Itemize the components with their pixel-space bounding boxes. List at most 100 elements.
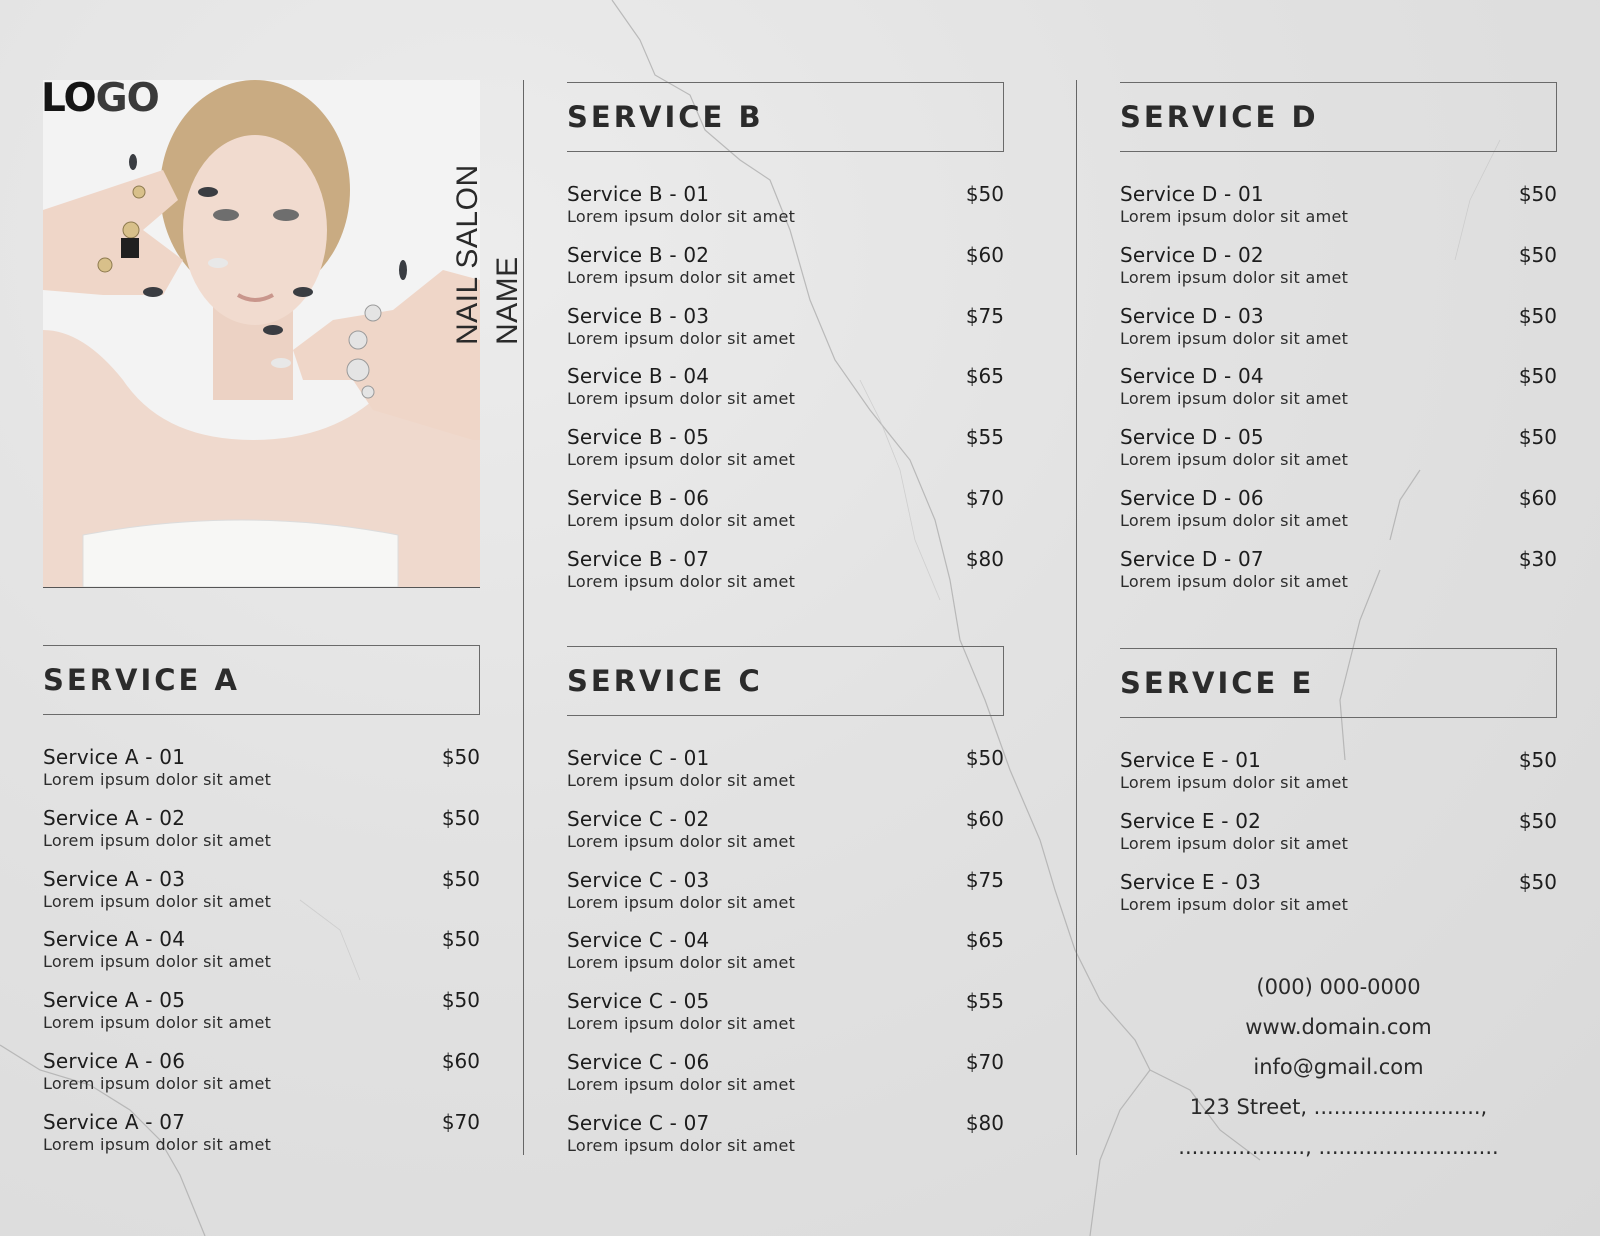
service-desc: Lorem ipsum dolor sit amet	[567, 953, 796, 973]
service-name: Service B - 06	[567, 485, 710, 510]
service-price: $60	[441, 1048, 480, 1073]
service-price: $50	[1518, 242, 1557, 267]
service-desc: Lorem ipsum dolor sit amet	[43, 952, 272, 972]
service-price: $70	[965, 485, 1004, 510]
hero-photo	[43, 80, 480, 587]
service-price: $55	[965, 425, 1004, 450]
service-name: Service B - 02	[567, 242, 710, 267]
service-price: $70	[965, 1049, 1004, 1074]
service-price: $50	[1518, 364, 1557, 389]
service-name: Service C - 04	[567, 928, 710, 953]
service-desc: Lorem ipsum dolor sit amet	[1120, 833, 1349, 853]
service-price: $50	[441, 745, 480, 769]
contact-address-line2: ..................., ...................…	[1178, 1135, 1499, 1159]
service-name: Service A - 05	[43, 988, 186, 1013]
list-item: Service B - 07 Lorem ipsum dolor sit amet…	[567, 547, 1004, 608]
service-price: $60	[965, 806, 1004, 831]
service-price: $70	[441, 1109, 480, 1134]
service-name: Service E - 02	[1120, 808, 1262, 833]
section-c-header: SERVICE C	[567, 646, 1004, 716]
list-item: Service D - 04 Lorem ipsum dolor sit amet…	[1120, 364, 1557, 425]
section-a: SERVICE A Service A - 01 Lorem ipsum dolo…	[43, 645, 480, 1171]
service-price: $50	[1518, 425, 1557, 450]
service-desc: Lorem ipsum dolor sit amet	[43, 1134, 272, 1154]
service-name: Service E - 03	[1120, 869, 1262, 894]
service-name: Service D - 07	[1120, 546, 1264, 571]
service-name: Service B - 01	[567, 182, 710, 206]
list-item: Service C - 02 Lorem ipsum dolor sit amet…	[567, 807, 1004, 868]
service-desc: Lorem ipsum dolor sit amet	[1120, 207, 1349, 226]
service-desc: Lorem ipsum dolor sit amet	[567, 207, 796, 226]
service-desc: Lorem ipsum dolor sit amet	[567, 267, 796, 287]
service-price: $65	[965, 928, 1004, 953]
service-name: Service D - 03	[1120, 303, 1264, 328]
service-desc: Lorem ipsum dolor sit amet	[567, 450, 796, 470]
service-name: Service A - 07	[43, 1109, 186, 1134]
list-item: Service E - 02 Lorem ipsum dolor sit amet…	[1120, 809, 1557, 870]
service-name: Service D - 06	[1120, 485, 1264, 510]
section-e-list: Service E - 01 Lorem ipsum dolor sit amet…	[1120, 748, 1557, 930]
service-desc: Lorem ipsum dolor sit amet	[43, 830, 272, 850]
service-price: $50	[441, 805, 480, 830]
service-desc: Lorem ipsum dolor sit amet	[1120, 510, 1349, 530]
list-item: Service D - 05 Lorem ipsum dolor sit amet…	[1120, 425, 1557, 486]
service-name: Service D - 04	[1120, 364, 1264, 389]
service-price: $65	[965, 364, 1004, 389]
service-desc: Lorem ipsum dolor sit amet	[1120, 450, 1349, 470]
service-desc: Lorem ipsum dolor sit amet	[567, 1074, 796, 1094]
section-c: SERVICE C Service C - 01 Lorem ipsum dolo…	[567, 646, 1004, 1172]
service-desc: Lorem ipsum dolor sit amet	[567, 1135, 796, 1155]
service-price: $50	[441, 988, 480, 1013]
service-desc: Lorem ipsum dolor sit amet	[567, 571, 796, 591]
service-name: Service C - 05	[567, 989, 710, 1014]
service-name: Service D - 05	[1120, 425, 1264, 450]
list-item: Service A - 03 Lorem ipsum dolor sit amet…	[43, 867, 480, 928]
service-desc: Lorem ipsum dolor sit amet	[1120, 773, 1349, 792]
service-desc: Lorem ipsum dolor sit amet	[567, 892, 796, 912]
section-a-header: SERVICE A	[43, 645, 480, 715]
service-name: Service A - 06	[43, 1048, 186, 1073]
list-item: Service A - 02 Lorem ipsum dolor sit amet…	[43, 806, 480, 867]
service-name: Service C - 02	[567, 806, 710, 831]
list-item: Service B - 03 Lorem ipsum dolor sit amet…	[567, 304, 1004, 365]
section-d-list: Service D - 01 Lorem ipsum dolor sit amet…	[1120, 182, 1557, 608]
service-price: $50	[965, 746, 1004, 770]
service-desc: Lorem ipsum dolor sit amet	[1120, 328, 1349, 348]
service-name: Service B - 04	[567, 364, 710, 389]
service-price: $50	[1518, 748, 1557, 772]
service-price: $80	[965, 546, 1004, 571]
list-item: Service C - 05 Lorem ipsum dolor sit amet…	[567, 989, 1004, 1050]
service-name: Service B - 03	[567, 303, 710, 328]
section-b-list: Service B - 01 Lorem ipsum dolor sit amet…	[567, 182, 1004, 608]
service-desc: Lorem ipsum dolor sit amet	[43, 770, 272, 789]
service-price: $50	[1518, 808, 1557, 833]
logo: LOGO	[41, 76, 160, 121]
service-price: $50	[1518, 303, 1557, 328]
service-price: $80	[965, 1110, 1004, 1135]
service-desc: Lorem ipsum dolor sit amet	[43, 891, 272, 911]
list-item: Service B - 02 Lorem ipsum dolor sit amet…	[567, 243, 1004, 304]
service-price: $60	[965, 242, 1004, 267]
service-desc: Lorem ipsum dolor sit amet	[567, 510, 796, 530]
service-name: Service A - 03	[43, 866, 186, 891]
service-desc: Lorem ipsum dolor sit amet	[43, 1013, 272, 1033]
service-name: Service D - 01	[1120, 182, 1264, 206]
service-name: Service B - 07	[567, 546, 710, 571]
list-item: Service B - 04 Lorem ipsum dolor sit amet…	[567, 364, 1004, 425]
service-name: Service A - 02	[43, 805, 186, 830]
list-item: Service D - 02 Lorem ipsum dolor sit amet…	[1120, 243, 1557, 304]
service-desc: Lorem ipsum dolor sit amet	[567, 771, 796, 790]
list-item: Service A - 05 Lorem ipsum dolor sit amet…	[43, 988, 480, 1049]
service-price: $50	[441, 927, 480, 952]
column-divider-2	[1076, 80, 1077, 1155]
section-d-title: SERVICE D	[1120, 100, 1319, 134]
list-item: Service C - 04 Lorem ipsum dolor sit amet…	[567, 928, 1004, 989]
contact-email: info@gmail.com	[1253, 1055, 1424, 1079]
service-desc: Lorem ipsum dolor sit amet	[567, 328, 796, 348]
service-name: Service C - 07	[567, 1110, 710, 1135]
section-e: SERVICE E Service E - 01 Lorem ipsum dolo…	[1120, 648, 1557, 930]
service-price: $50	[441, 866, 480, 891]
section-b-header: SERVICE B	[567, 82, 1004, 152]
contact-phone: (000) 000-0000	[1256, 975, 1421, 999]
section-b: SERVICE B Service B - 01 Lorem ipsum dolo…	[567, 82, 1004, 608]
